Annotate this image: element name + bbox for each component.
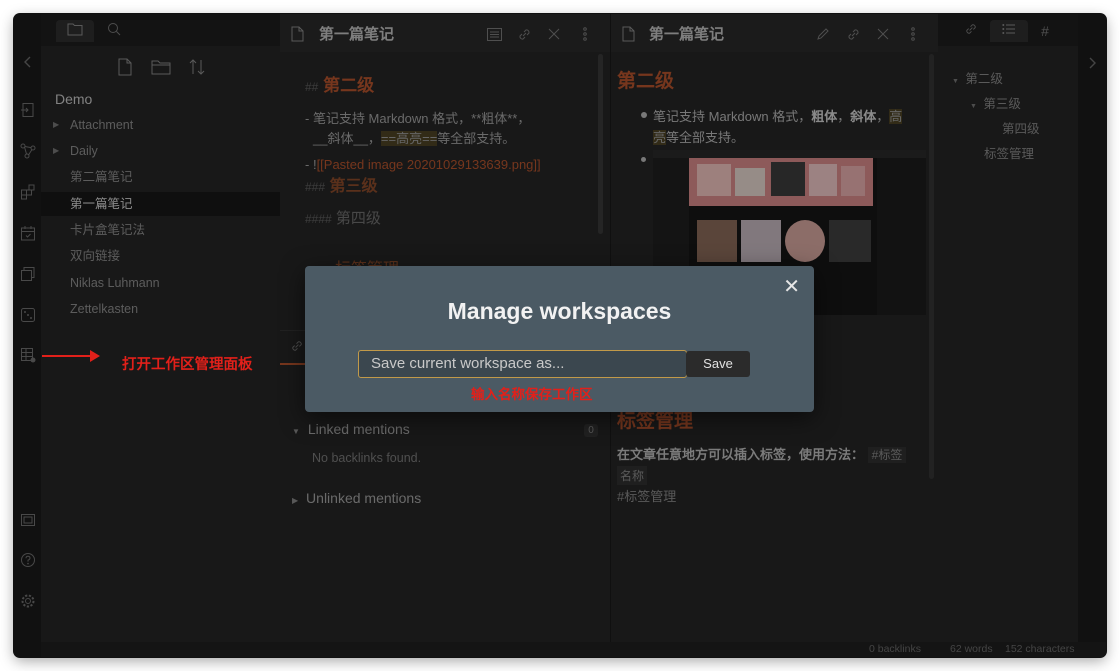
app-window: Demo ▶ Attachment ▶ Daily 第二篇笔记 第一篇笔记 卡片… [14, 14, 1106, 657]
annotation-save-workspace: 输入名称保存工作区 [471, 387, 593, 402]
workspace-name-input[interactable]: Save current workspace as... [358, 350, 687, 378]
annotation-arrowhead [90, 350, 100, 362]
close-icon[interactable]: ✕ [783, 274, 800, 299]
save-workspace-button[interactable]: Save [686, 351, 750, 377]
modal-title: Manage workspaces [447, 298, 672, 324]
annotation-arrow-line [42, 355, 94, 357]
annotation-open-workspaces: 打开工作区管理面板 [122, 357, 253, 373]
